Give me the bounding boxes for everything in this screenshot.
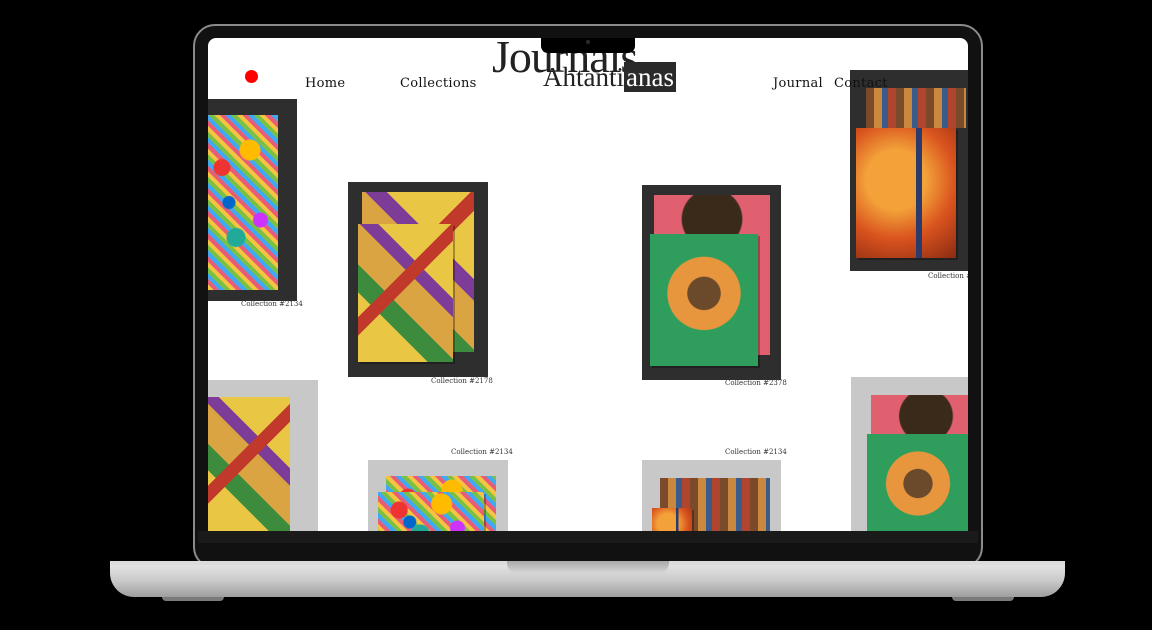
artwork-image: [652, 508, 692, 531]
gallery-card[interactable]: [851, 377, 968, 531]
gallery-caption[interactable]: Collection #2134: [241, 300, 303, 308]
gallery-card-left[interactable]: [208, 99, 297, 301]
nav-journal[interactable]: Journal: [773, 76, 823, 91]
red-dot-icon[interactable]: [245, 70, 258, 83]
artwork-image: [650, 234, 758, 366]
artwork-image: [856, 128, 956, 258]
gallery-card[interactable]: [368, 460, 508, 531]
logo-subtitle-highlight: anas: [624, 62, 676, 92]
gallery-card[interactable]: [642, 185, 781, 380]
artwork-image: [208, 115, 278, 290]
gallery-caption[interactable]: Collection #2178: [431, 377, 493, 385]
gallery-card[interactable]: [348, 182, 488, 377]
nav-home[interactable]: Home: [305, 76, 345, 91]
gallery-card[interactable]: [642, 460, 781, 531]
gallery-caption[interactable]: Collection #2378: [725, 379, 787, 387]
screen-bottom-bezel: [198, 531, 978, 543]
artwork-image: [358, 224, 453, 362]
gallery-caption[interactable]: Collection #2134: [725, 448, 787, 456]
artwork-image: [378, 492, 484, 531]
laptop-foot: [952, 597, 1014, 601]
gallery-card[interactable]: [208, 380, 318, 531]
laptop-foot: [162, 597, 224, 601]
camera-notch: [541, 38, 635, 53]
nav-contact[interactable]: Contact: [834, 76, 888, 91]
camera-icon: [586, 40, 590, 44]
logo-subtitle-left: Ahtanti: [543, 62, 624, 92]
site-logo-subtitle[interactable]: Ahtantianas: [543, 62, 676, 92]
gallery-caption[interactable]: Collection #2134: [451, 448, 513, 456]
gallery-caption[interactable]: Collection #: [928, 272, 968, 280]
gallery-card-top-right[interactable]: [850, 70, 968, 271]
artwork-image: [208, 397, 290, 531]
laptop-screen: Home Collections Journals Ahtantianas Jo…: [208, 38, 968, 531]
artwork-image: [866, 88, 966, 128]
nav-collections[interactable]: Collections: [400, 76, 477, 91]
artwork-image: [867, 434, 968, 531]
laptop-lid-groove: [507, 561, 669, 573]
